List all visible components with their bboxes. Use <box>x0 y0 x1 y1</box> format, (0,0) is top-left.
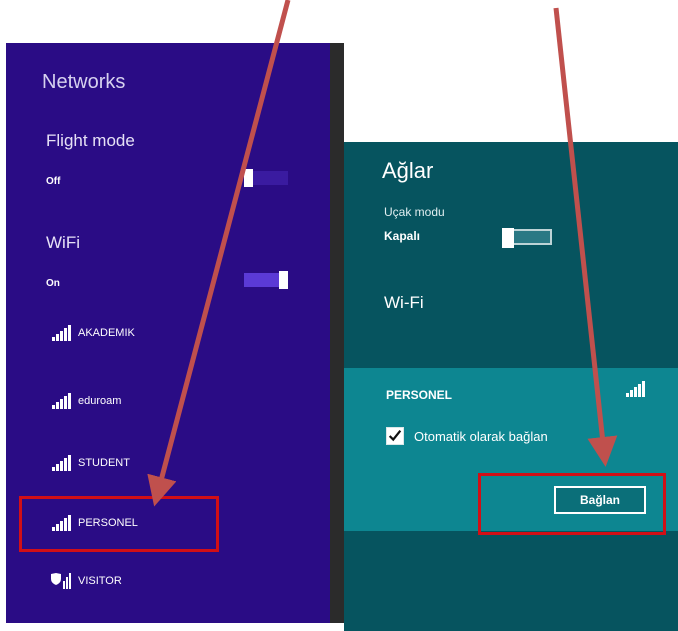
wifi-signal-icon <box>626 381 645 397</box>
network-name: VISITOR <box>78 575 122 587</box>
flight-mode-label: Uçak modu <box>384 205 445 219</box>
panel-title: Networks <box>42 71 126 93</box>
flight-mode-label: Flight mode <box>46 131 135 150</box>
network-name: STUDENT <box>78 457 130 469</box>
network-item-eduroam[interactable]: eduroam <box>50 386 121 416</box>
networks-panel-tr: Ağlar Uçak modu Kapalı Wi-Fi PERSONEL Ot… <box>344 142 678 631</box>
highlight-box-personel <box>19 496 219 552</box>
auto-connect-checkbox[interactable] <box>386 427 404 445</box>
network-item-akademik[interactable]: AKADEMIK <box>50 318 135 348</box>
flight-mode-toggle[interactable] <box>502 228 552 248</box>
wifi-signal-icon <box>52 325 71 341</box>
checkmark-icon <box>388 429 402 442</box>
wifi-state: On <box>46 278 60 289</box>
flight-mode-state: Kapalı <box>384 229 421 243</box>
wifi-signal-shield-icon <box>51 573 71 589</box>
panel-edge <box>330 43 344 623</box>
flight-mode-toggle[interactable] <box>244 169 288 187</box>
toggle-thumb <box>244 169 253 187</box>
wifi-toggle[interactable] <box>244 271 288 289</box>
network-name: AKADEMIK <box>78 327 135 339</box>
network-item-student[interactable]: STUDENT <box>50 448 130 478</box>
network-item-visitor[interactable]: VISITOR <box>50 566 122 596</box>
auto-connect-label[interactable]: Otomatik olarak bağlan <box>414 429 548 444</box>
wifi-signal-icon <box>52 455 71 471</box>
toggle-thumb <box>502 228 514 248</box>
network-name: PERSONEL <box>386 388 453 402</box>
panel-title: Ağlar <box>382 158 434 183</box>
toggle-thumb <box>279 271 288 289</box>
network-name: eduroam <box>78 395 122 407</box>
wifi-signal-icon <box>52 393 71 409</box>
highlight-box-connect <box>478 473 666 535</box>
wifi-label: WiFi <box>46 233 80 252</box>
flight-mode-state: Off <box>46 176 61 187</box>
wifi-label: Wi-Fi <box>384 293 424 312</box>
